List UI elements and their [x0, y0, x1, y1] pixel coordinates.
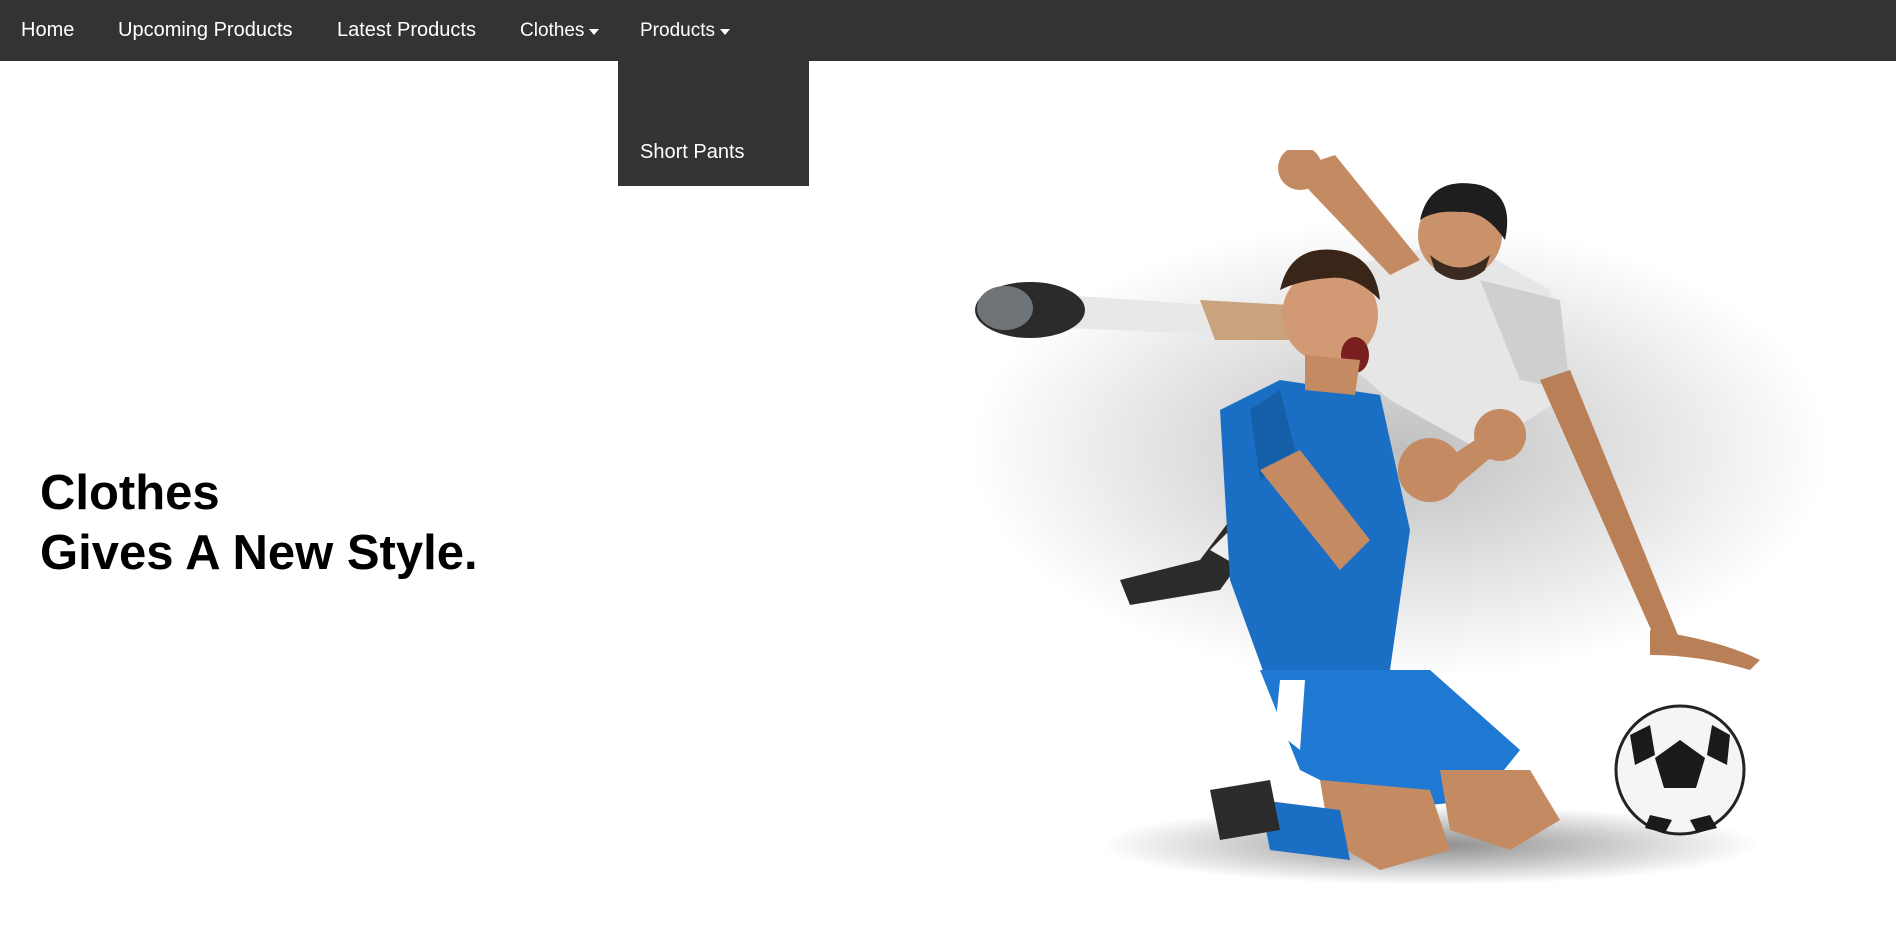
- caret-down-icon: [719, 28, 730, 35]
- dropdown-item-short-pants[interactable]: Short Pants: [640, 141, 745, 164]
- hero-soccer-players-image: [970, 150, 1830, 885]
- caret-down-icon: [589, 28, 600, 35]
- nav-products-label: Products: [640, 19, 715, 41]
- hero-heading-line-2: Gives A New Style.: [40, 526, 478, 580]
- nav-clothes-label: Clothes: [520, 19, 585, 41]
- nav-upcoming-products-link[interactable]: Upcoming Products: [118, 0, 293, 61]
- nav-products-dropdown[interactable]: Products: [640, 0, 730, 61]
- top-navbar: Home Upcoming Products Latest Products C…: [0, 0, 1896, 61]
- nav-latest-products-link[interactable]: Latest Products: [337, 0, 476, 61]
- products-dropdown-menu: Short Pants Watches: [618, 61, 809, 225]
- nav-home-link[interactable]: Home: [21, 0, 74, 61]
- hero-heading-line-1: Clothes: [40, 466, 220, 520]
- soccer-ball-graphic: [1614, 704, 1746, 836]
- hero-heading: Clothes Gives A New Style.: [40, 463, 478, 583]
- nav-clothes-dropdown[interactable]: Clothes: [520, 0, 600, 61]
- dropdown-item-watches[interactable]: Watches: [640, 203, 717, 226]
